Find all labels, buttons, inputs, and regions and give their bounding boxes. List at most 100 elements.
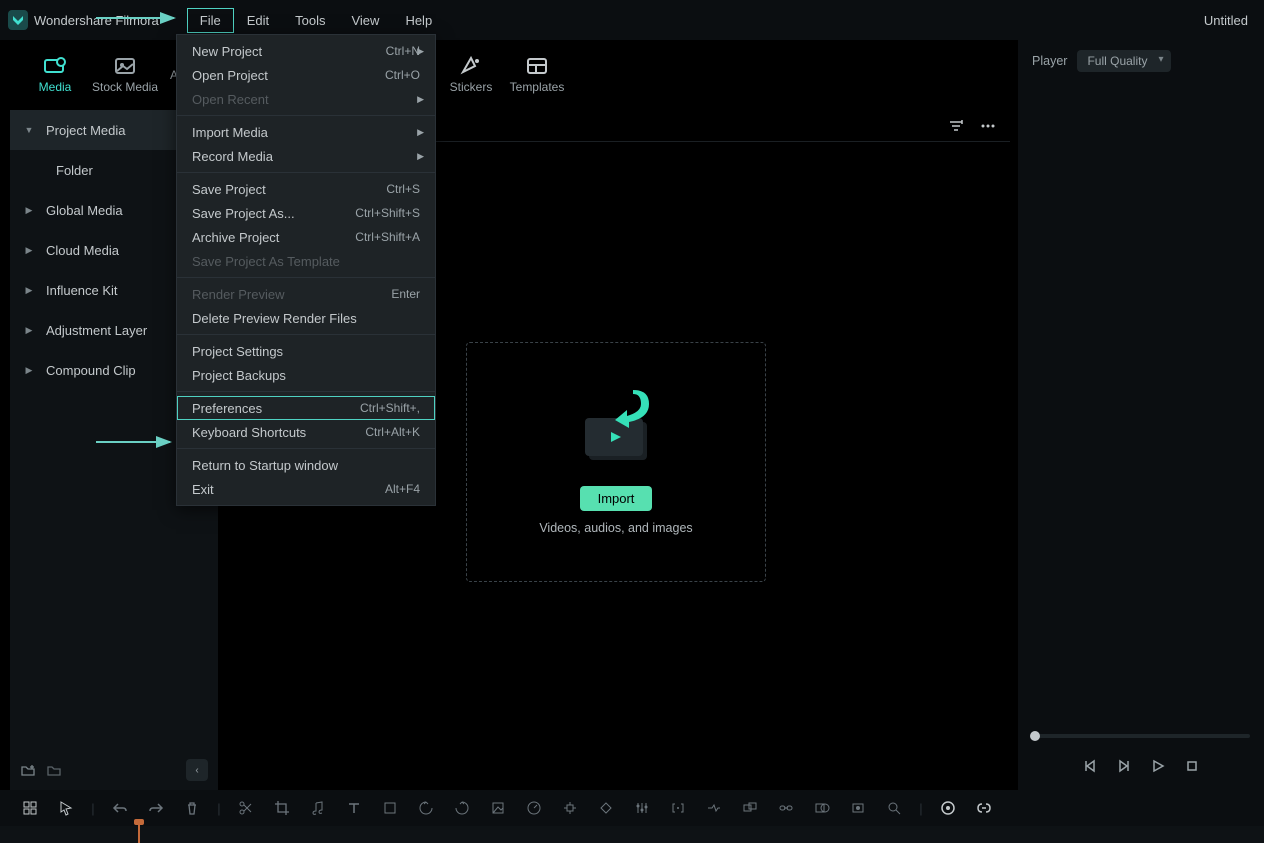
filter-icon[interactable]: [948, 118, 964, 134]
menu-item-label: New Project: [192, 44, 386, 59]
submenu-arrow-icon: ▶: [417, 46, 424, 57]
undo-icon[interactable]: [102, 794, 138, 822]
chain-icon[interactable]: [966, 794, 1002, 822]
speed-prev-icon[interactable]: [408, 794, 444, 822]
menu-item-preferences[interactable]: PreferencesCtrl+Shift+,: [177, 396, 435, 420]
tab-stickers-label: Stickers: [450, 80, 493, 94]
select-tool-icon[interactable]: [48, 794, 84, 822]
player-progress[interactable]: [1032, 734, 1250, 738]
sidebar-item-label: Influence Kit: [46, 283, 118, 298]
progress-knob[interactable]: [1030, 731, 1040, 741]
quality-dropdown[interactable]: Full Quality: [1077, 50, 1171, 72]
new-folder-icon[interactable]: [20, 762, 36, 778]
menu-item-label: Project Settings: [192, 344, 420, 359]
bracket-icon[interactable]: [660, 794, 696, 822]
mixer-icon[interactable]: [624, 794, 660, 822]
menu-item-new-project[interactable]: New ProjectCtrl+N▶: [177, 39, 435, 63]
search-star-icon[interactable]: [876, 794, 912, 822]
separator: |: [912, 794, 930, 822]
menu-item-archive-project[interactable]: Archive ProjectCtrl+Shift+A: [177, 225, 435, 249]
menu-item-shortcut: Ctrl+O: [385, 68, 420, 82]
menu-item-return-to-startup-window[interactable]: Return to Startup window: [177, 453, 435, 477]
more-icon[interactable]: [980, 118, 996, 134]
tab-templates-label: Templates: [510, 80, 565, 94]
speed-next-icon[interactable]: [444, 794, 480, 822]
menu-item-keyboard-shortcuts[interactable]: Keyboard ShortcutsCtrl+Alt+K: [177, 420, 435, 444]
tab-stock-media[interactable]: Stock Media: [86, 45, 164, 105]
menu-item-delete-preview-render-files[interactable]: Delete Preview Render Files: [177, 306, 435, 330]
menu-item-open-recent: Open Recent▶: [177, 87, 435, 111]
menu-item-shortcut: Ctrl+N: [386, 44, 420, 58]
motion-track-icon[interactable]: [552, 794, 588, 822]
submenu-arrow-icon: ▶: [417, 151, 424, 162]
collapse-sidebar-button[interactable]: ‹: [186, 759, 208, 781]
menu-edit[interactable]: Edit: [234, 8, 282, 33]
menu-file[interactable]: File: [187, 8, 234, 33]
audio-icon[interactable]: [300, 794, 336, 822]
menu-item-label: Project Backups: [192, 368, 420, 383]
delete-icon[interactable]: [174, 794, 210, 822]
menu-item-label: Render Preview: [192, 287, 391, 302]
folder-remove-icon[interactable]: [46, 762, 62, 778]
stop-icon[interactable]: [1184, 758, 1200, 774]
grid-tool-icon[interactable]: [12, 794, 48, 822]
menu-view[interactable]: View: [338, 8, 392, 33]
menu-item-save-project-as[interactable]: Save Project As...Ctrl+Shift+S: [177, 201, 435, 225]
app-name: Wondershare Filmora: [34, 13, 159, 28]
menu-item-shortcut: Ctrl+S: [386, 182, 420, 196]
menu-item-project-settings[interactable]: Project Settings: [177, 339, 435, 363]
menu-help[interactable]: Help: [392, 8, 445, 33]
menu-item-import-media[interactable]: Import Media▶: [177, 120, 435, 144]
app-logo-icon: [8, 10, 28, 30]
marker-icon[interactable]: [840, 794, 876, 822]
menu-item-save-project-as-template: Save Project As Template: [177, 249, 435, 273]
next-frame-icon[interactable]: [1116, 758, 1132, 774]
menu-item-label: Preferences: [192, 401, 360, 416]
time-ruler[interactable]: [0, 826, 1264, 843]
redo-icon[interactable]: [138, 794, 174, 822]
chevron-right-icon: ▶: [24, 325, 34, 335]
crop-icon[interactable]: [264, 794, 300, 822]
menu-tools[interactable]: Tools: [282, 8, 338, 33]
color-icon[interactable]: [480, 794, 516, 822]
tab-stickers[interactable]: Stickers: [440, 45, 502, 105]
sidebar-item-label: Cloud Media: [46, 243, 119, 258]
media-tabs: Media Stock Media A Stickers Templates: [10, 40, 1010, 110]
menu-item-label: Import Media: [192, 125, 420, 140]
mask-icon[interactable]: [804, 794, 840, 822]
text-icon[interactable]: [336, 794, 372, 822]
link-icon[interactable]: [768, 794, 804, 822]
timeline: | | |: [0, 790, 1264, 843]
stickers-icon: [459, 56, 483, 76]
menu-item-save-project[interactable]: Save ProjectCtrl+S: [177, 177, 435, 201]
play-icon[interactable]: [1150, 758, 1166, 774]
render-icon[interactable]: [930, 794, 966, 822]
menu-item-label: Exit: [192, 482, 385, 497]
prev-frame-icon[interactable]: [1082, 758, 1098, 774]
playhead[interactable]: [138, 824, 140, 843]
menu-item-label: Archive Project: [192, 230, 355, 245]
menu-item-label: Keyboard Shortcuts: [192, 425, 365, 440]
tab-templates[interactable]: Templates: [502, 45, 572, 105]
menu-item-label: Open Project: [192, 68, 385, 83]
keyframe-icon[interactable]: [588, 794, 624, 822]
player-controls: [1018, 758, 1264, 774]
split-icon[interactable]: [228, 794, 264, 822]
menu-item-record-media[interactable]: Record Media▶: [177, 144, 435, 168]
crop-zoom-icon[interactable]: [372, 794, 408, 822]
import-button[interactable]: Import: [580, 486, 653, 511]
speedometer-icon[interactable]: [516, 794, 552, 822]
menu-item-shortcut: Ctrl+Shift+A: [355, 230, 420, 244]
import-dropzone[interactable]: Import Videos, audios, and images: [466, 342, 766, 582]
media-icon: [43, 56, 67, 76]
menu-item-render-preview: Render PreviewEnter: [177, 282, 435, 306]
tab-media[interactable]: Media: [24, 45, 86, 105]
menu-item-project-backups[interactable]: Project Backups: [177, 363, 435, 387]
tab-media-label: Media: [39, 80, 72, 94]
templates-icon: [525, 56, 549, 76]
sidebar-item-label: Compound Clip: [46, 363, 136, 378]
group-icon[interactable]: [732, 794, 768, 822]
menu-item-exit[interactable]: ExitAlt+F4: [177, 477, 435, 501]
menu-item-open-project[interactable]: Open ProjectCtrl+O: [177, 63, 435, 87]
manual-icon[interactable]: [696, 794, 732, 822]
